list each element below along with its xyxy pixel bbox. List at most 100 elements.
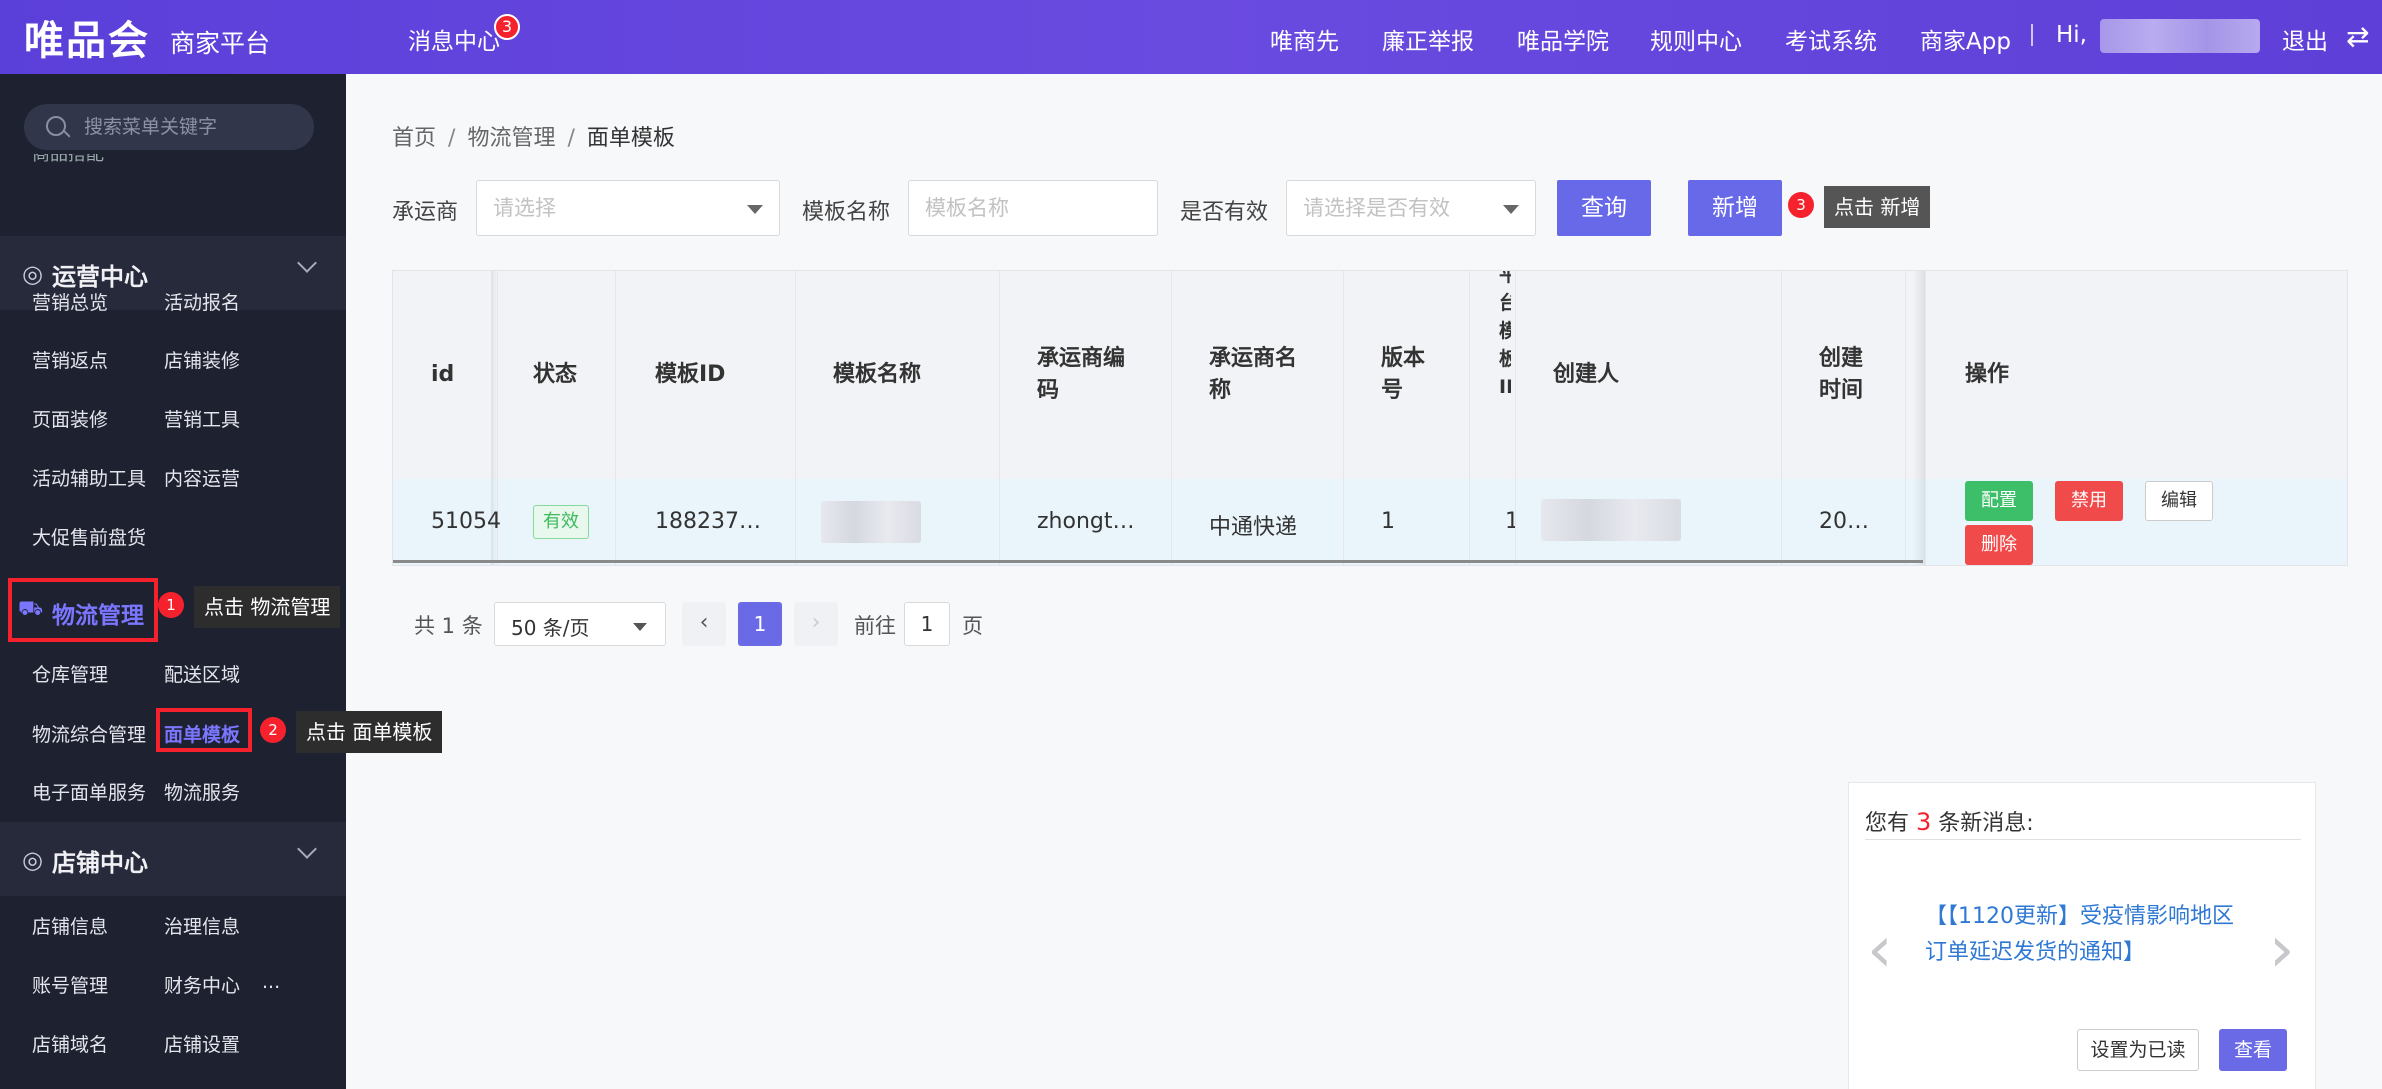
carrier-select-input[interactable]	[493, 193, 735, 223]
template-name-input[interactable]	[925, 193, 1124, 223]
sidebar-item-marketing-tools[interactable]: 营销工具	[164, 405, 240, 432]
col-header-carrier-name[interactable]: 承运商名称	[1209, 271, 1309, 479]
mark-read-button[interactable]: 设置为已读	[2077, 1029, 2199, 1071]
sidebar-section-logistics[interactable]: ⛟ 物流管理	[8, 578, 158, 642]
switch-icon[interactable]: ⇄	[2346, 20, 2369, 53]
sidebar-item-store-settings[interactable]: 店铺设置	[164, 1030, 240, 1057]
sidebar-item-account[interactable]: 账号管理	[32, 971, 108, 998]
sidebar-item-cut[interactable]: 商品搭配	[32, 154, 104, 168]
page-size-select[interactable]: 50 条/页	[494, 602, 666, 646]
guide-step-3-tooltip: 点击 新增	[1824, 186, 1931, 228]
carrier-select[interactable]	[476, 180, 780, 236]
sidebar-item-warehouse[interactable]: 仓库管理	[32, 660, 108, 687]
sidebar-item-presale-inventory[interactable]: 大促售前盘货	[32, 523, 146, 550]
breadcrumb-current: 面单模板	[586, 126, 675, 151]
sidebar-item-marketing-rebate[interactable]: 营销返点	[32, 346, 108, 373]
breadcrumb-home[interactable]: 首页	[392, 126, 436, 151]
truck-icon: ⛟	[18, 596, 44, 620]
nav-merchant-app[interactable]: 商家App	[1920, 22, 2011, 56]
sidebar-item-activity-aid[interactable]: 活动辅助工具	[32, 464, 146, 491]
carrier-label: 承运商	[392, 200, 459, 225]
sidebar-item-marketing-overview[interactable]: 营销总览	[32, 288, 108, 315]
template-name-field[interactable]	[908, 180, 1158, 236]
notice-title: 您有 3 条新消息:	[1865, 808, 2034, 836]
col-header-carrier-code[interactable]: 承运商编码	[1037, 271, 1137, 479]
cell-template-name-redacted	[821, 501, 921, 543]
col-header-actions: 操作	[1965, 362, 2010, 387]
sidebar-item-logistics-service[interactable]: 物流服务	[164, 778, 240, 805]
sidebar-item-page-decor[interactable]: 页面装修	[32, 405, 108, 432]
view-button[interactable]: 查看	[2219, 1029, 2287, 1071]
sidebar-item-store-domain[interactable]: 店铺域名	[32, 1030, 108, 1057]
header-divider	[2031, 24, 2033, 46]
edit-button[interactable]: 编辑	[2145, 481, 2213, 521]
cell-id: 51054	[431, 509, 501, 534]
message-center-link[interactable]: 消息中心	[408, 22, 500, 56]
col-header-creator[interactable]: 创建人	[1553, 271, 1619, 479]
col-header-id[interactable]: id	[431, 271, 454, 479]
query-button[interactable]: 查询	[1557, 180, 1651, 236]
page-size-value: 50 条/页	[511, 616, 590, 640]
valid-select[interactable]	[1286, 180, 1536, 236]
chevron-down-icon	[297, 253, 317, 273]
col-header-platform-template-id[interactable]: 平台模板ID	[1499, 271, 1511, 479]
col-header-status[interactable]: 状态	[533, 271, 577, 479]
nav-weishangxian[interactable]: 唯商先	[1270, 22, 1339, 56]
sidebar-item-store-info[interactable]: 店铺信息	[32, 912, 108, 939]
nav-report[interactable]: 廉正举报	[1382, 22, 1474, 56]
sidebar-item-logistics-general[interactable]: 物流综合管理	[32, 720, 146, 747]
sidebar-section-label: 店铺中心	[52, 849, 148, 877]
cell-platform-template-id: 1	[1505, 509, 1515, 534]
next-page-button[interactable]: ›	[794, 602, 838, 646]
cell-template-id: 188237…	[655, 509, 761, 534]
status-badge: 有效	[533, 505, 589, 539]
brand-logo[interactable]: 唯品会	[24, 8, 150, 66]
cell-created-at: 20…	[1819, 509, 1869, 534]
disable-button[interactable]: 禁用	[2055, 481, 2123, 521]
brand-subtitle: 商家平台	[170, 29, 271, 58]
cell-creator-redacted	[1541, 499, 1681, 541]
sidebar-item-finance[interactable]: 财务中心	[164, 971, 240, 998]
sidebar-section-label: 运营中心	[52, 263, 148, 291]
notice-link[interactable]: 【【1120更新】受疫情影响地区订单延迟发货的通知】	[1925, 899, 2245, 971]
delete-button[interactable]: 删除	[1965, 525, 2033, 565]
chevron-left-icon[interactable]: ‹	[1867, 913, 1893, 987]
sidebar-item-more[interactable]: ...	[262, 971, 280, 993]
sidebar-item-store-decor[interactable]: 店铺装修	[164, 346, 240, 373]
sidebar-item-content-ops[interactable]: 内容运营	[164, 464, 240, 491]
page-number-current[interactable]: 1	[738, 602, 782, 646]
breadcrumb-logistics[interactable]: 物流管理	[467, 126, 555, 151]
goto-page-input[interactable]: 1	[904, 602, 950, 646]
col-header-template-name[interactable]: 模板名称	[833, 271, 921, 479]
caret-down-icon	[1503, 205, 1519, 214]
sidebar: 商品搭配 ◎ 运营中心 营销总览 活动报名 营销返点 店铺装修 页面装修 营销工…	[0, 74, 346, 1089]
logout-link[interactable]: 退出	[2282, 22, 2328, 56]
sidebar-item-delivery-area[interactable]: 配送区域	[164, 660, 240, 687]
menu-search-input[interactable]	[84, 112, 304, 142]
sidebar-item-activity-signup[interactable]: 活动报名	[164, 288, 240, 315]
nav-rules[interactable]: 规则中心	[1650, 22, 1742, 56]
notice-panel: 您有 3 条新消息: ‹ 【【1120更新】受疫情影响地区订单延迟发货的通知】 …	[1848, 782, 2316, 1089]
sidebar-item-waybill-template[interactable]: 面单模板	[164, 720, 240, 747]
ops-center-icon: ◎	[22, 260, 43, 288]
col-header-template-id[interactable]: 模板ID	[655, 271, 725, 479]
add-button[interactable]: 新增	[1688, 180, 1782, 236]
greeting: Hi,	[2056, 22, 2087, 48]
search-icon	[46, 116, 66, 136]
nav-academy[interactable]: 唯品学院	[1517, 22, 1609, 56]
valid-select-input[interactable]	[1303, 193, 1502, 223]
guide-step-2-tooltip: 点击 面单模板	[296, 711, 443, 753]
sidebar-section-store[interactable]: ◎ 店铺中心	[0, 822, 346, 896]
sidebar-item-governance[interactable]: 治理信息	[164, 912, 240, 939]
guide-step-1-tooltip: 点击 物流管理	[194, 586, 341, 628]
col-header-created-at[interactable]: 创建时间	[1819, 271, 1875, 479]
caret-down-icon	[747, 205, 763, 214]
guide-step-3-badge: 3	[1788, 192, 1814, 218]
prev-page-button[interactable]: ‹	[682, 602, 726, 646]
config-button[interactable]: 配置	[1965, 481, 2033, 521]
notice-count: 3	[1916, 808, 1932, 836]
sidebar-item-e-waybill[interactable]: 电子面单服务	[32, 778, 146, 805]
chevron-right-icon[interactable]: ›	[2269, 913, 2295, 987]
col-header-version[interactable]: 版本号	[1381, 271, 1437, 479]
nav-exam[interactable]: 考试系统	[1785, 22, 1877, 56]
